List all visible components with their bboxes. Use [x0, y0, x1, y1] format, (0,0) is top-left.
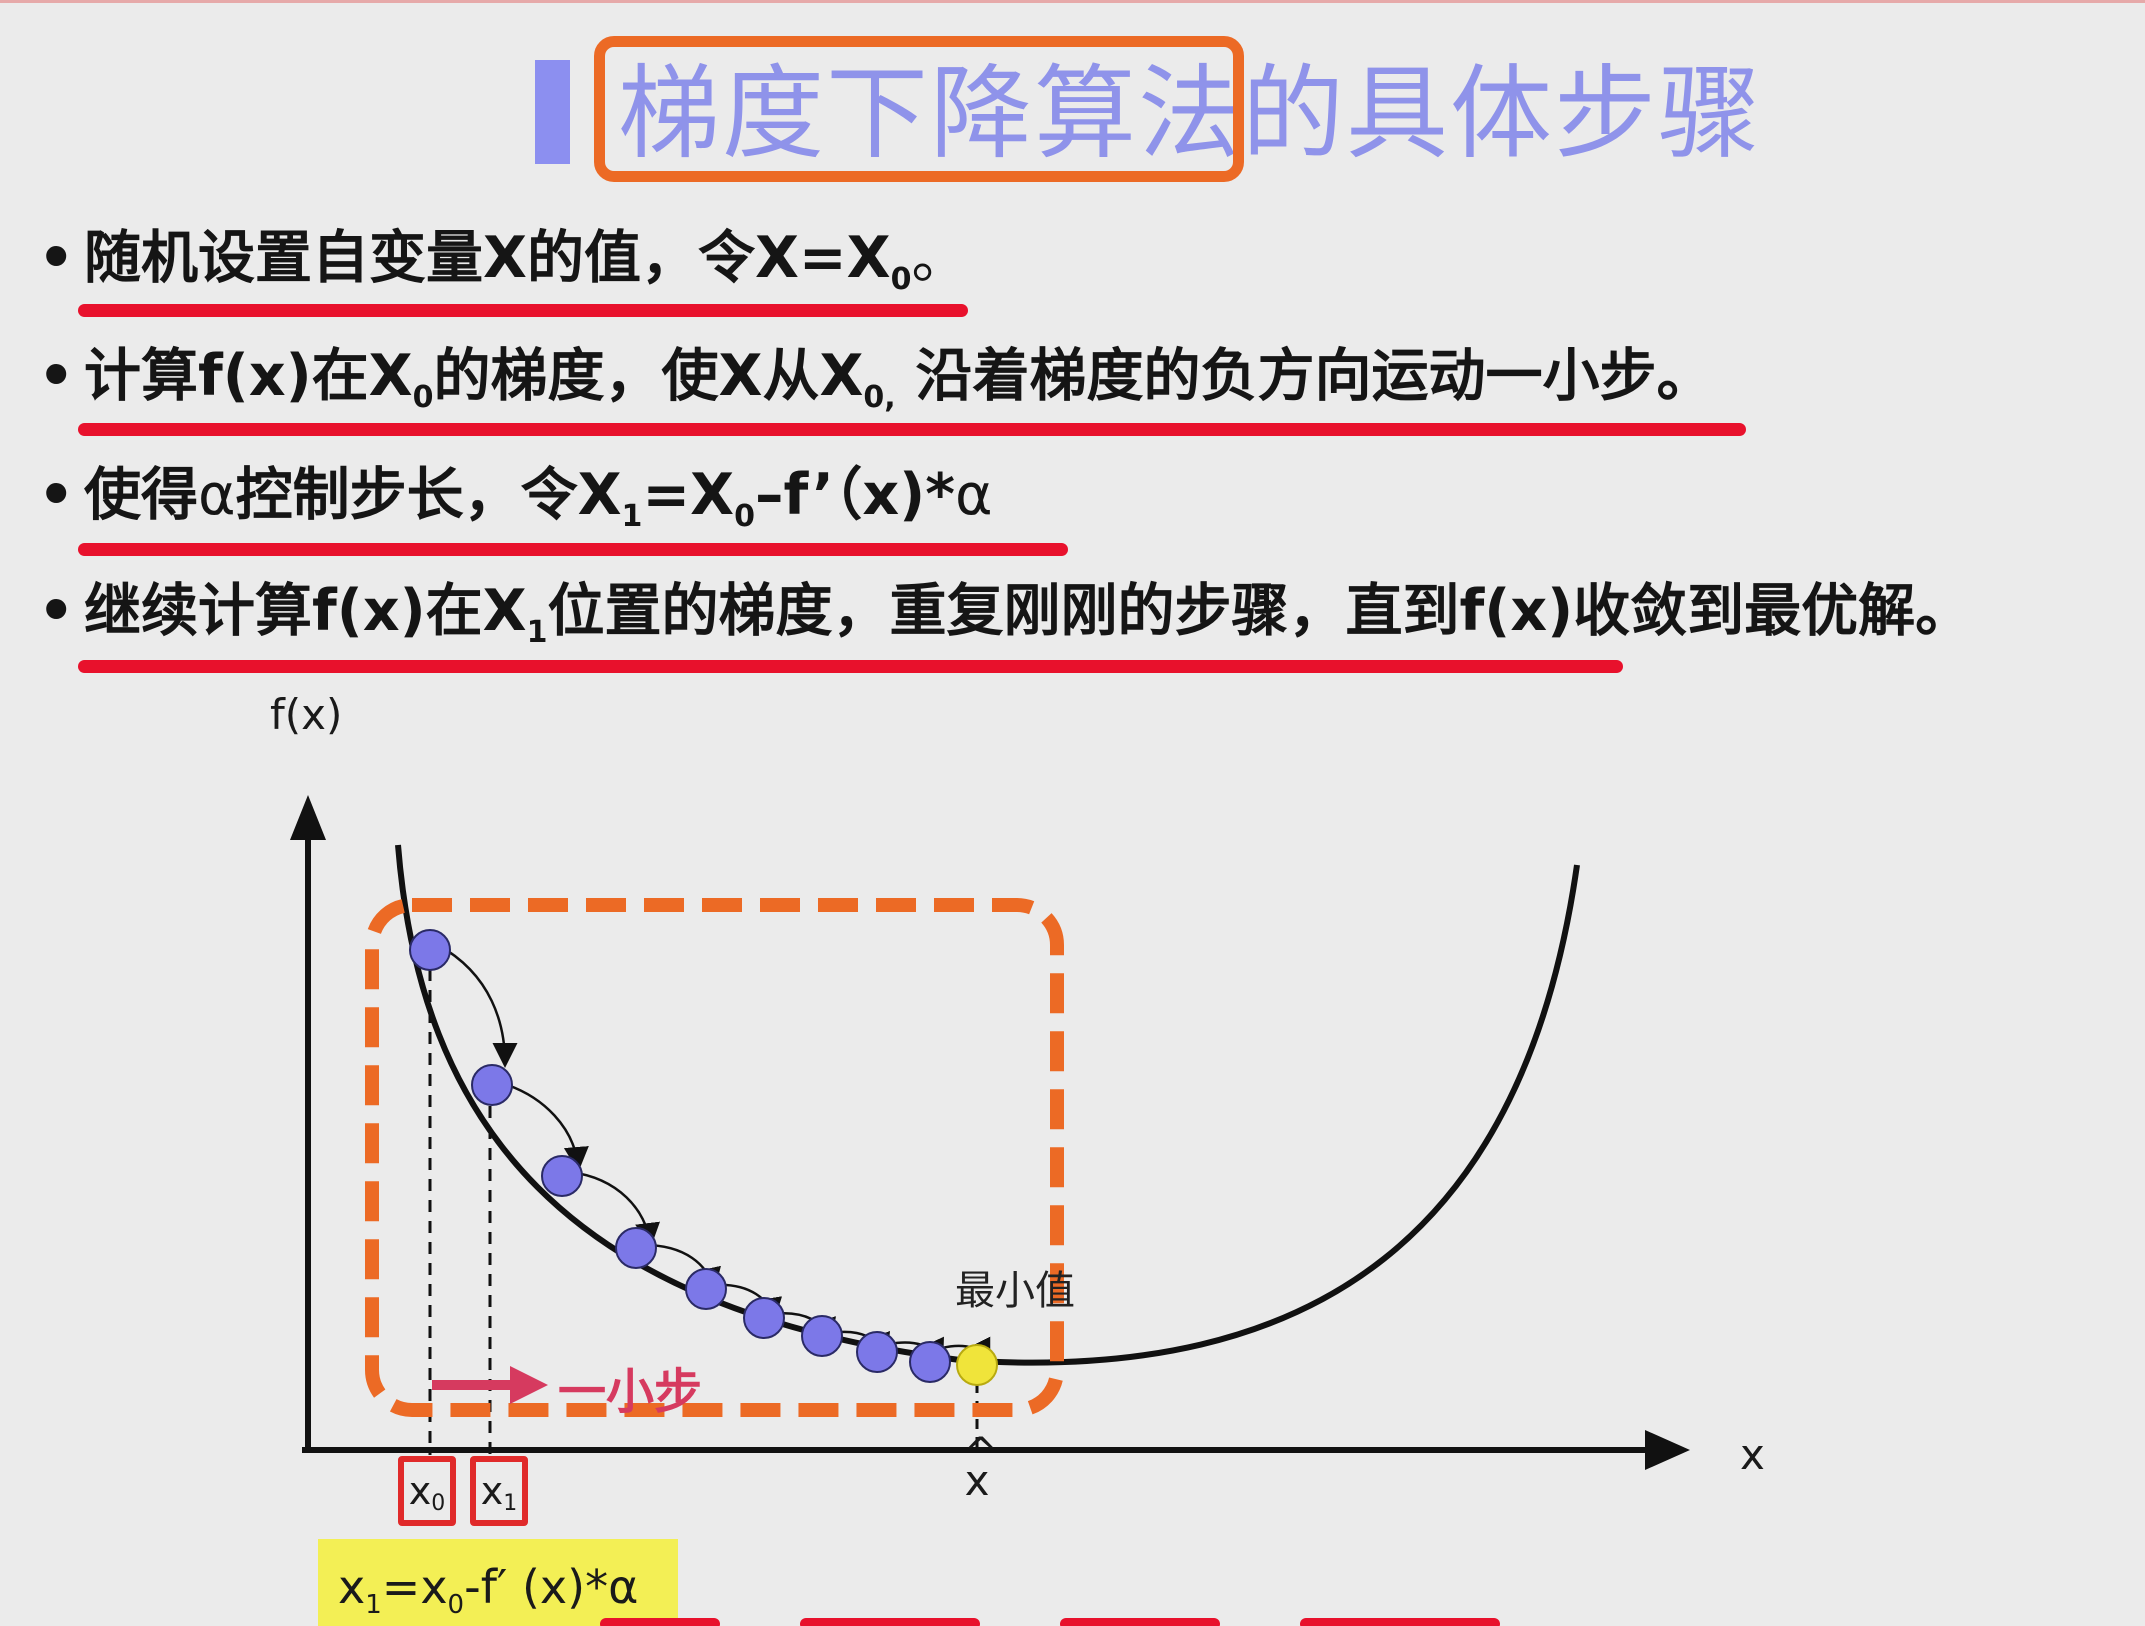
x0-main: x: [408, 1469, 432, 1513]
formula-x: x: [338, 1560, 366, 1614]
step-label: 一小步: [558, 1364, 703, 1420]
hop-arrow-1: [437, 943, 518, 1068]
x-axis-arrow-icon: [1645, 1430, 1690, 1470]
point-8: [909, 1341, 951, 1383]
step-arrow-icon: [510, 1366, 548, 1404]
x1-main: x: [480, 1469, 504, 1513]
point-x0: [409, 929, 451, 971]
cropped-stroke-3: [1060, 1618, 1220, 1626]
formula-eq: =x: [381, 1560, 448, 1614]
point-7: [856, 1331, 898, 1373]
point-x1: [471, 1064, 513, 1106]
cropped-stroke-1: [600, 1618, 720, 1626]
x1-sub: 1: [503, 1491, 518, 1516]
cropped-bottom-text: [560, 1600, 1660, 1626]
cropped-stroke-4: [1300, 1618, 1500, 1626]
point-5: [743, 1297, 785, 1339]
x0-tick-label: x0: [398, 1456, 456, 1526]
x0-sub: 0: [431, 1491, 446, 1516]
cropped-stroke-2: [800, 1618, 980, 1626]
point-4: [685, 1268, 727, 1310]
point-6: [801, 1315, 843, 1357]
gradient-descent-diagram: [290, 795, 1690, 1470]
focus-dashed-box: [365, 898, 1064, 1417]
formula-sub0: 0: [447, 1590, 465, 1620]
x-axis-label: x: [1740, 1430, 1765, 1479]
y-axis-label: f(x): [270, 690, 343, 739]
minimum-point: [956, 1344, 998, 1386]
xhat-tick-label: ^ x: [962, 1430, 998, 1505]
slide: 梯度下降算法的具体步骤 • 随机设置自变量X的值，令X=X0。 • 计算f(x)在X…: [0, 0, 2145, 1626]
point-3: [615, 1227, 657, 1269]
minimum-label: 最小值: [955, 1268, 1075, 1314]
x1-tick-label: x1: [470, 1456, 528, 1526]
formula-sub1: 1: [365, 1590, 382, 1620]
point-2: [541, 1155, 583, 1197]
xhat-hat: ^: [964, 1430, 998, 1476]
y-axis-arrow-icon: [290, 795, 326, 840]
